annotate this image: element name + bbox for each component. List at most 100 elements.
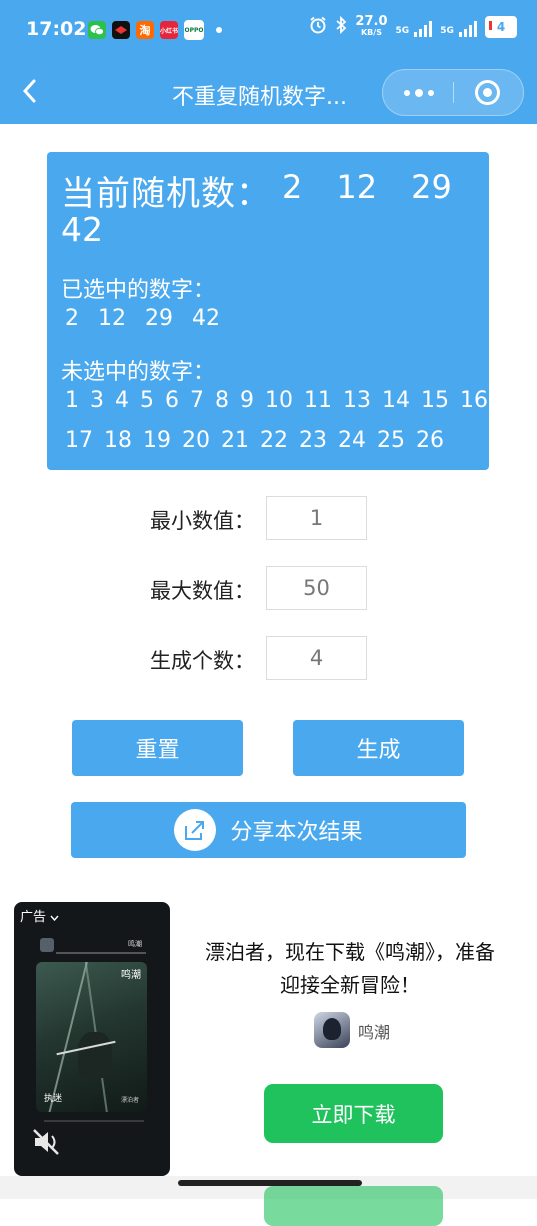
notification-icons: 淘 小红书 OPPO bbox=[88, 20, 222, 40]
unselected-number: 3 bbox=[90, 388, 104, 413]
min-value-row: 最小数值： bbox=[0, 496, 537, 540]
share-icon bbox=[174, 809, 217, 851]
max-value-input[interactable] bbox=[266, 566, 367, 610]
status-right: 27.0 KB/S 5G 5G 4 bbox=[309, 14, 517, 38]
selected-number: 2 bbox=[65, 306, 79, 331]
ad-brand-name: 鸣潮 bbox=[358, 1023, 391, 1042]
ad-video-avatar bbox=[40, 938, 54, 952]
ad-artwork-caption: 漂泊者 bbox=[120, 1097, 139, 1104]
unselected-number: 10 bbox=[265, 388, 293, 413]
alarm-icon bbox=[309, 16, 327, 38]
unselected-number: 25 bbox=[377, 428, 405, 453]
unselected-number: 19 bbox=[143, 428, 171, 453]
reset-button-label: 重置 bbox=[135, 738, 180, 763]
home-indicator[interactable] bbox=[178, 1180, 362, 1186]
unselected-number: 6 bbox=[165, 388, 179, 413]
chevron-left-icon bbox=[22, 79, 36, 103]
current-numbers-label: 当前随机数： bbox=[61, 174, 271, 214]
unselected-number: 4 bbox=[115, 388, 129, 413]
result-panel: 当前随机数： 2 12 29 42 已选中的数字： 2 12 29 42 未选中的数… bbox=[47, 152, 489, 470]
min-value-input[interactable] bbox=[266, 496, 367, 540]
network-speed: 27.0 KB/S bbox=[355, 14, 388, 37]
battery-icon: 4 bbox=[485, 16, 517, 38]
wechat-icon bbox=[88, 21, 106, 39]
more-notifications-dot bbox=[216, 27, 222, 33]
ad-download-button[interactable]: 立即下载 bbox=[264, 1084, 443, 1143]
unselected-number: 8 bbox=[215, 388, 229, 413]
xiaohongshu-icon: 小红书 bbox=[160, 21, 178, 39]
count-label: 生成个数： bbox=[150, 649, 255, 673]
unselected-number: 24 bbox=[338, 428, 366, 453]
current-number: 29 bbox=[411, 168, 452, 206]
ad-video[interactable]: 广告 鸣潮 鸣潮 执迷 漂泊者 bbox=[14, 902, 170, 1176]
unselected-number: 17 bbox=[65, 428, 93, 453]
current-number: 42 bbox=[61, 210, 103, 249]
status-bar: 17:02 淘 小红书 OPPO 27.0 KB/S 5G 5G 4 bbox=[0, 0, 537, 62]
taobao-icon: 淘 bbox=[136, 21, 154, 39]
count-row: 生成个数： bbox=[0, 636, 537, 680]
ad-game-artwork: 鸣潮 执迷 漂泊者 bbox=[36, 962, 147, 1112]
unselected-numbers-label: 未选中的数字： bbox=[61, 360, 216, 385]
unselected-number: 16 bbox=[460, 388, 488, 413]
close-miniprogram-button[interactable] bbox=[475, 80, 500, 105]
ad-headline: 漂泊者，现在下载《鸣潮》，准备迎接全新冒险！ bbox=[205, 940, 495, 997]
ad-download-button-shadow bbox=[264, 1186, 443, 1226]
unselected-number: 13 bbox=[343, 388, 371, 413]
more-menu-button[interactable] bbox=[397, 70, 441, 115]
selected-numbers: 2 12 29 42 bbox=[65, 306, 232, 331]
game-icon bbox=[112, 21, 130, 39]
ad-video-brand: 鸣潮 bbox=[128, 940, 142, 948]
signal-icon-sim2: 5G bbox=[440, 18, 477, 37]
ad-artwork-caption: 执迷 bbox=[44, 1094, 63, 1104]
share-button-label: 分享本次结果 bbox=[230, 820, 363, 845]
reset-button[interactable]: 重置 bbox=[72, 720, 243, 776]
current-number: 12 bbox=[336, 168, 378, 206]
unselected-numbers-row: 1 3 4 5 6 7 8 9 10 11 13 14 15 16 bbox=[65, 388, 499, 413]
unselected-number: 9 bbox=[240, 388, 254, 413]
oppo-icon: OPPO bbox=[184, 20, 204, 40]
unselected-number: 26 bbox=[416, 428, 444, 453]
mute-button[interactable] bbox=[32, 1128, 62, 1156]
unselected-number: 1 bbox=[65, 388, 79, 413]
ad-video-text-line bbox=[44, 1120, 144, 1122]
selected-number: 12 bbox=[98, 306, 126, 331]
unselected-number: 20 bbox=[182, 428, 210, 453]
max-value-label: 最大数值： bbox=[150, 579, 255, 603]
current-number: 2 bbox=[282, 168, 303, 206]
speaker-muted-icon bbox=[33, 1129, 59, 1155]
count-input[interactable] bbox=[266, 636, 367, 680]
min-value-label: 最小数值： bbox=[150, 509, 255, 533]
selected-number: 42 bbox=[192, 306, 220, 331]
share-result-button[interactable]: 分享本次结果 bbox=[71, 802, 466, 858]
max-value-row: 最大数值： bbox=[0, 566, 537, 610]
back-button[interactable] bbox=[18, 76, 44, 106]
unselected-number: 15 bbox=[421, 388, 449, 413]
miniprogram-capsule bbox=[382, 69, 524, 116]
unselected-number: 23 bbox=[299, 428, 327, 453]
generate-button[interactable]: 生成 bbox=[293, 720, 464, 776]
ad-brand-logo bbox=[314, 1012, 350, 1048]
ad-tag[interactable]: 广告 bbox=[20, 906, 59, 925]
ad-download-label: 立即下载 bbox=[311, 1102, 396, 1127]
unselected-numbers-row: 17 18 19 20 21 22 23 24 25 26 bbox=[65, 428, 455, 453]
selected-number: 29 bbox=[145, 306, 173, 331]
generate-button-label: 生成 bbox=[356, 738, 401, 763]
unselected-number: 14 bbox=[382, 388, 410, 413]
capsule-divider bbox=[453, 82, 454, 103]
bluetooth-icon bbox=[335, 15, 347, 38]
ad-video-text-line bbox=[56, 952, 146, 954]
ad-artwork-title: 鸣潮 bbox=[121, 970, 141, 981]
selected-numbers-label: 已选中的数字： bbox=[61, 278, 216, 303]
current-numbers: 2 12 29 bbox=[282, 168, 487, 206]
nav-bar: 不重复随机数字... bbox=[0, 62, 537, 124]
unselected-number: 11 bbox=[304, 388, 332, 413]
page-title: 不重复随机数字... bbox=[172, 85, 347, 110]
signal-icon-sim1: 5G bbox=[396, 18, 433, 37]
unselected-number: 22 bbox=[260, 428, 288, 453]
unselected-number: 21 bbox=[221, 428, 249, 453]
unselected-number: 5 bbox=[140, 388, 154, 413]
status-time: 17:02 bbox=[26, 18, 87, 40]
unselected-number: 7 bbox=[190, 388, 204, 413]
unselected-number: 18 bbox=[104, 428, 132, 453]
chevron-down-icon bbox=[50, 915, 59, 922]
